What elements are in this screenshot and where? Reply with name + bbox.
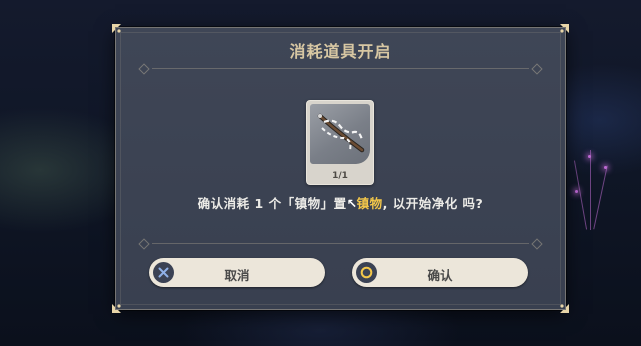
dialog-title: 消耗道具开启	[289, 42, 392, 61]
consume-item-dialog: 消耗道具开启 1/1 确认消耗 1 个「镇物」置↖镇物, 以开始净化 吗? 取消	[112, 24, 569, 313]
glowing-plant	[560, 140, 620, 230]
message-suffix: , 以开始净化 吗?	[382, 196, 484, 211]
cancel-button-label: 取消	[224, 268, 250, 283]
item-count: 1/1	[332, 171, 348, 181]
mouse-cursor-icon: ↖	[346, 196, 358, 211]
corner-ornament-icon	[110, 297, 128, 315]
confirm-button[interactable]: 确认	[352, 258, 528, 287]
item-card: 1/1	[306, 100, 374, 185]
cancel-button[interactable]: 取消	[149, 258, 325, 287]
message-prefix: 确认消耗 1 个「镇物」置	[197, 196, 347, 211]
buttons-divider	[138, 238, 543, 250]
title-divider	[138, 63, 543, 75]
gouged-fang-item-icon	[310, 104, 370, 164]
highlighted-item-name: 镇物	[356, 196, 383, 211]
confirm-message: 确认消耗 1 个「镇物」置↖镇物, 以开始净化 吗?	[116, 193, 565, 212]
corner-ornament-icon	[553, 297, 571, 315]
confirm-button-label: 确认	[427, 268, 453, 283]
